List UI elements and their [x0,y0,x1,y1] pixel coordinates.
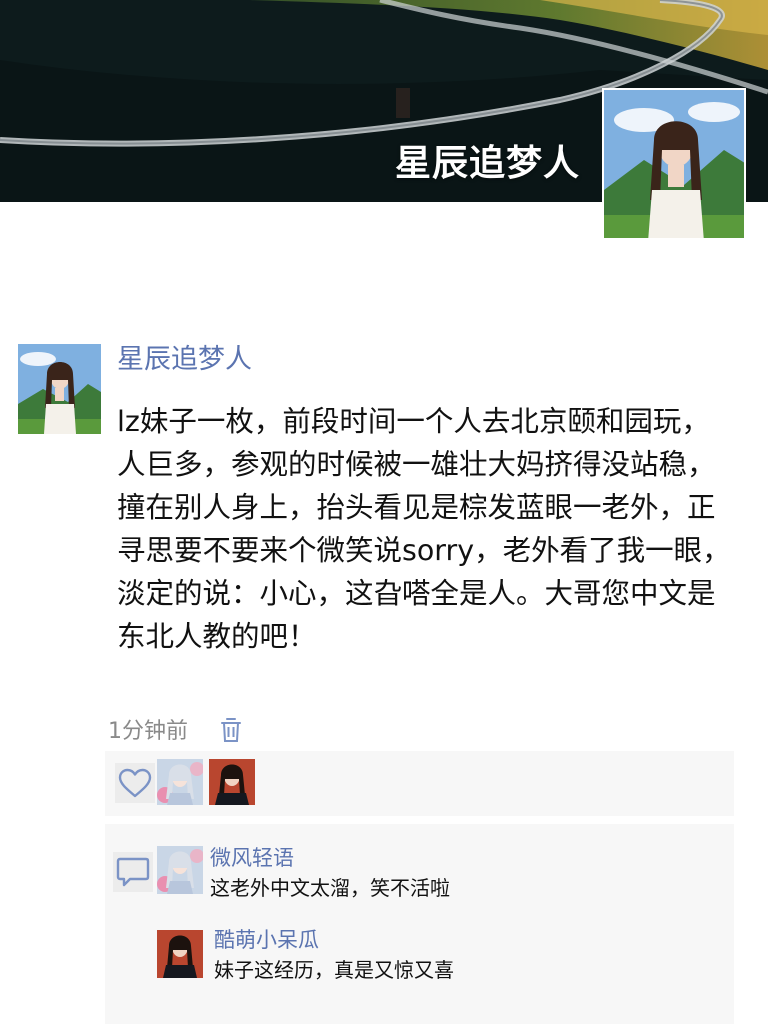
cover-username: 星辰追梦人 [394,143,580,184]
comment-author[interactable]: 微风轻语 [210,844,294,872]
comment-icon[interactable] [113,852,153,892]
heart-icon[interactable] [115,763,155,803]
commenter-avatar[interactable] [157,930,203,978]
trash-icon[interactable] [220,716,242,744]
liker-avatar-1[interactable] [157,759,203,805]
comment-author[interactable]: 酷萌小呆瓜 [214,926,319,954]
post-content: lz妹子一枚，前段时间一个人去北京颐和园玩，人巨多，参观的时候被一雄壮大妈挤得没… [117,405,731,653]
liker-avatar-2[interactable] [209,759,255,805]
comment-text: 这老外中文太溜，笑不活啦 [210,876,450,900]
comments-panel: 微风轻语 这老外中文太溜，笑不活啦 酷萌小呆瓜 妹子这经历，真是又惊又喜 [105,824,734,1024]
likes-bar [105,751,734,816]
commenter-avatar[interactable] [157,846,203,894]
post-author-avatar[interactable] [18,344,101,434]
comment-text: 妹子这经历，真是又惊又喜 [214,958,454,982]
moments-page: 星辰追梦人 星辰追梦人 lz妹子一枚，前段时间一个人去北京颐和园玩，人巨多，参观… [0,0,768,1024]
post-timestamp: 1分钟前 [108,719,188,744]
post-author-name[interactable]: 星辰追梦人 [117,340,252,380]
profile-avatar[interactable] [602,88,746,240]
